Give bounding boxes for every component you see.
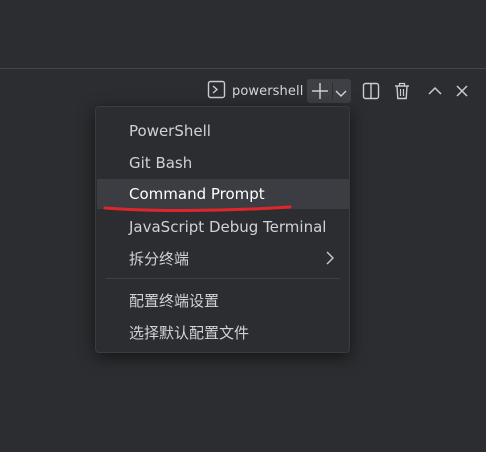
menu-item-label: JavaScript Debug Terminal: [129, 218, 327, 236]
chevron-right-icon: [325, 251, 335, 269]
new-terminal-button-group[interactable]: [307, 79, 351, 103]
button-divider: [332, 83, 333, 99]
terminal-toolbar: powershell: [0, 78, 486, 104]
menu-item-configure-terminal-settings[interactable]: 配置终端设置: [97, 285, 349, 315]
menu-item-label: PowerShell: [129, 122, 211, 140]
menu-item-powershell[interactable]: PowerShell: [97, 116, 349, 146]
terminal-icon: [207, 80, 226, 103]
editor-area: [0, 0, 486, 69]
trash-icon[interactable]: [391, 80, 413, 102]
chevron-down-icon[interactable]: [334, 85, 348, 104]
terminal-name: powershell: [232, 83, 304, 99]
menu-item-javascript-debug-terminal[interactable]: JavaScript Debug Terminal: [97, 212, 349, 242]
menu-item-label: 拆分终端: [129, 249, 190, 268]
split-editor-icon[interactable]: [360, 80, 382, 102]
menu-item-split-terminal[interactable]: 拆分终端: [97, 243, 349, 273]
red-underline-annotation: [103, 205, 292, 212]
menu-item-label: Command Prompt: [129, 185, 265, 203]
chevron-up-icon[interactable]: [424, 80, 446, 102]
menu-item-select-default-profile[interactable]: 选择默认配置文件: [97, 317, 349, 347]
menu-item-label: Git Bash: [129, 154, 193, 172]
plus-icon[interactable]: [310, 81, 330, 105]
menu-item-label: 配置终端设置: [129, 291, 220, 310]
close-icon[interactable]: [451, 80, 473, 102]
new-terminal-dropdown-menu: PowerShell Git Bash Command Prompt JavaS…: [95, 106, 350, 353]
menu-item-git-bash[interactable]: Git Bash: [97, 148, 349, 178]
terminal-selector[interactable]: powershell: [207, 80, 303, 102]
menu-separator: [106, 278, 340, 279]
menu-item-label: 选择默认配置文件: [129, 323, 250, 342]
